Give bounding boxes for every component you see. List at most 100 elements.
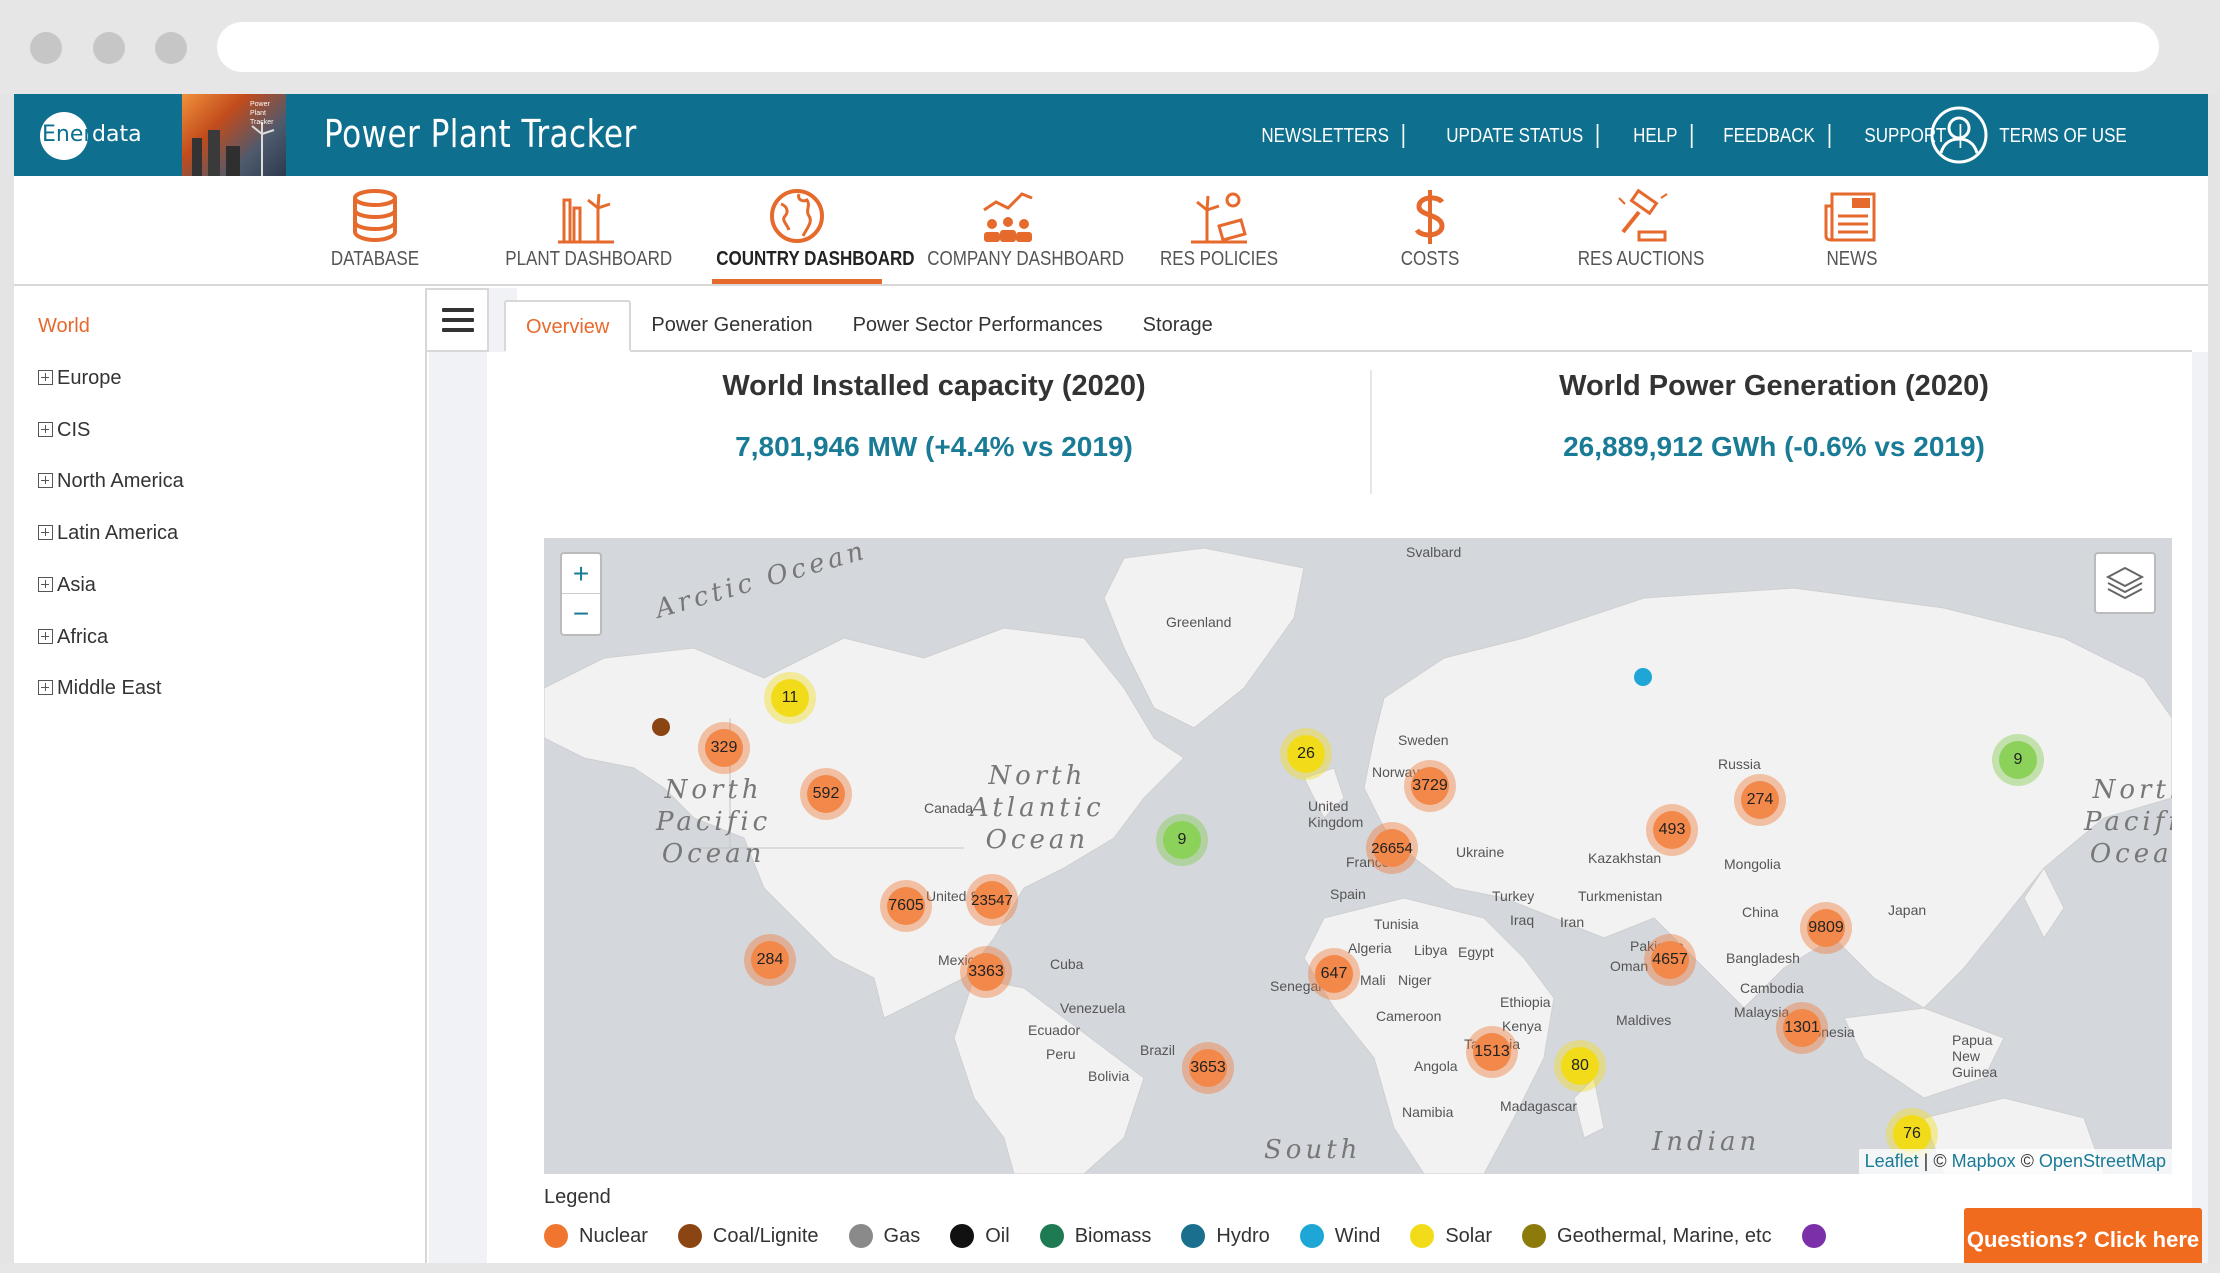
map-cluster[interactable]: 7605 xyxy=(880,880,932,932)
legend-item-hydro[interactable]: Hydro xyxy=(1181,1224,1270,1248)
window-minimize-dot[interactable] xyxy=(93,32,125,64)
nav-country-dashboard-label: COUNTRY DASHBOARD xyxy=(716,248,915,270)
sidebar-item-north-america[interactable]: North America xyxy=(38,470,184,493)
link-update-status[interactable]: UPDATE STATUS xyxy=(1433,124,1599,148)
expand-icon[interactable] xyxy=(38,629,53,644)
link-terms-of-use[interactable]: TERMS OF USE xyxy=(1985,124,2140,148)
nav-news[interactable]: NEWS xyxy=(1757,176,1947,284)
link-feedback[interactable]: FEEDBACK xyxy=(1710,124,1831,148)
openstreetmap-link[interactable]: OpenStreetMap xyxy=(2039,1151,2166,1171)
map-cluster[interactable]: 493 xyxy=(1646,804,1698,856)
link-newsletters[interactable]: NEWSLETTERS xyxy=(1248,124,1405,148)
ocean-label-south: South xyxy=(1264,1135,1362,1165)
legend-item-coal-lignite[interactable]: Coal/Lignite xyxy=(677,1224,819,1248)
expand-icon[interactable] xyxy=(38,370,53,385)
map-country-label: Turkmenistan xyxy=(1578,888,1663,904)
legend-item-solar[interactable]: Solar xyxy=(1410,1224,1492,1248)
nav-country-dashboard[interactable]: COUNTRY DASHBOARD xyxy=(702,176,915,284)
cluster-count: 274 xyxy=(1741,781,1779,819)
nav-res-auctions-label: RES AUCTIONS xyxy=(1577,248,1705,270)
map-country-label: Ethiopia xyxy=(1500,994,1551,1010)
enerdata-logo[interactable]: Enerdata xyxy=(42,122,142,147)
map-country-label: Bangladesh xyxy=(1726,950,1800,966)
map-cluster[interactable]: 3729 xyxy=(1404,760,1456,812)
mapbox-link[interactable]: Mapbox xyxy=(1952,1151,2016,1171)
legend-item-geothermal[interactable]: Geothermal, Marine, etc xyxy=(1522,1224,1772,1248)
sidebar-item-latin-america[interactable]: Latin America xyxy=(38,522,178,545)
map-cluster[interactable]: 274 xyxy=(1734,774,1786,826)
expand-icon[interactable] xyxy=(38,422,53,437)
map-cluster[interactable]: 1301 xyxy=(1776,1002,1828,1054)
database-icon xyxy=(353,189,397,243)
sidebar-item-middle-east[interactable]: Middle East xyxy=(38,677,162,700)
legend-dot xyxy=(1801,1224,1826,1248)
link-help[interactable]: HELP xyxy=(1620,124,1693,148)
expand-icon[interactable] xyxy=(38,577,53,592)
wind-plant-marker[interactable] xyxy=(1634,668,1652,686)
map-cluster[interactable]: 9809 xyxy=(1800,902,1852,954)
tab-power-sector-performances[interactable]: Power Sector Performances xyxy=(833,300,1123,352)
map-country-label: Oman xyxy=(1610,958,1649,974)
nav-res-auctions[interactable]: RES AUCTIONS xyxy=(1546,176,1736,284)
map-cluster[interactable]: 23547 xyxy=(966,874,1018,926)
cluster-count: 592 xyxy=(807,775,845,813)
menu-toggle-button[interactable] xyxy=(427,288,489,352)
sidebar-item-world[interactable]: World xyxy=(38,315,90,338)
map-cluster[interactable]: 1513 xyxy=(1466,1026,1518,1078)
map-cluster[interactable]: 3653 xyxy=(1182,1042,1234,1094)
generation-title: World Power Generation (2020) xyxy=(1559,370,1989,402)
legend-item-other[interactable] xyxy=(1801,1224,1837,1248)
expand-icon[interactable] xyxy=(38,473,53,488)
map-country-label: Kazakhstan xyxy=(1588,850,1662,866)
user-avatar-icon[interactable] xyxy=(1930,106,1988,164)
map-cluster[interactable]: 9 xyxy=(1992,734,2044,786)
map-cluster[interactable]: 592 xyxy=(800,768,852,820)
legend-dot xyxy=(677,1224,702,1248)
leaflet-link[interactable]: Leaflet xyxy=(1865,1151,1919,1171)
map-cluster[interactable]: 26654 xyxy=(1366,822,1418,874)
map-cluster[interactable]: 11 xyxy=(764,672,816,724)
map-cluster[interactable]: 284 xyxy=(744,934,796,986)
map-cluster[interactable]: 26 xyxy=(1280,728,1332,780)
tab-power-generation[interactable]: Power Generation xyxy=(631,300,832,352)
cluster-count: 3653 xyxy=(1189,1049,1227,1087)
questions-help-button[interactable]: Questions? Click here xyxy=(1964,1208,2202,1263)
map-cluster[interactable]: 647 xyxy=(1308,948,1360,1000)
map-cluster[interactable]: 9 xyxy=(1156,814,1208,866)
tab-overview[interactable]: Overview xyxy=(504,300,632,352)
zoom-out-button[interactable]: − xyxy=(562,594,600,634)
map-country-label: Turkey xyxy=(1492,888,1535,904)
sidebar-item-asia[interactable]: Asia xyxy=(38,574,96,597)
legend-item-oil[interactable]: Oil xyxy=(950,1224,1010,1248)
window-maximize-dot[interactable] xyxy=(155,32,187,64)
generation-value: 26,889,912 GWh (-0.6% vs 2019) xyxy=(1563,431,1985,462)
legend-item-wind[interactable]: Wind xyxy=(1299,1224,1380,1248)
legend-item-gas[interactable]: Gas xyxy=(848,1224,920,1248)
map-cluster[interactable]: 329 xyxy=(698,722,750,774)
map-cluster[interactable]: 80 xyxy=(1554,1040,1606,1092)
expand-icon[interactable] xyxy=(38,680,53,695)
layers-button[interactable] xyxy=(2094,552,2156,614)
nav-plant-dashboard[interactable]: PLANT DASHBOARD xyxy=(491,176,681,284)
sidebar-item-cis[interactable]: CIS xyxy=(38,419,90,442)
map-cluster[interactable]: 3363 xyxy=(960,946,1012,998)
legend-item-biomass[interactable]: Biomass xyxy=(1039,1224,1151,1248)
world-map[interactable]: + − Arctic Ocean North Pacific Ocean Nor… xyxy=(544,538,2172,1174)
map-country-label: Namibia xyxy=(1402,1104,1454,1120)
nav-res-policies[interactable]: RES POLICIES xyxy=(1124,176,1314,284)
map-attribution: Leaflet | © Mapbox © OpenStreetMap xyxy=(1858,1149,2172,1174)
window-close-dot[interactable] xyxy=(30,32,62,64)
map-cluster[interactable]: 4657 xyxy=(1644,934,1696,986)
sidebar-item-europe[interactable]: Europe xyxy=(38,367,122,390)
nav-company-dashboard[interactable]: COMPANY DASHBOARD xyxy=(913,176,1124,284)
expand-icon[interactable] xyxy=(38,525,53,540)
coal-plant-marker[interactable] xyxy=(652,718,670,736)
address-bar[interactable] xyxy=(217,22,2159,72)
nav-costs[interactable]: COSTS xyxy=(1335,176,1525,284)
zoom-in-button[interactable]: + xyxy=(562,554,600,594)
legend-item-nuclear[interactable]: Nuclear xyxy=(544,1224,648,1248)
sidebar-item-africa[interactable]: Africa xyxy=(38,626,108,649)
nav-database[interactable]: DATABASE xyxy=(280,176,470,284)
tab-storage[interactable]: Storage xyxy=(1123,300,1233,352)
content-gutter xyxy=(429,352,487,1263)
